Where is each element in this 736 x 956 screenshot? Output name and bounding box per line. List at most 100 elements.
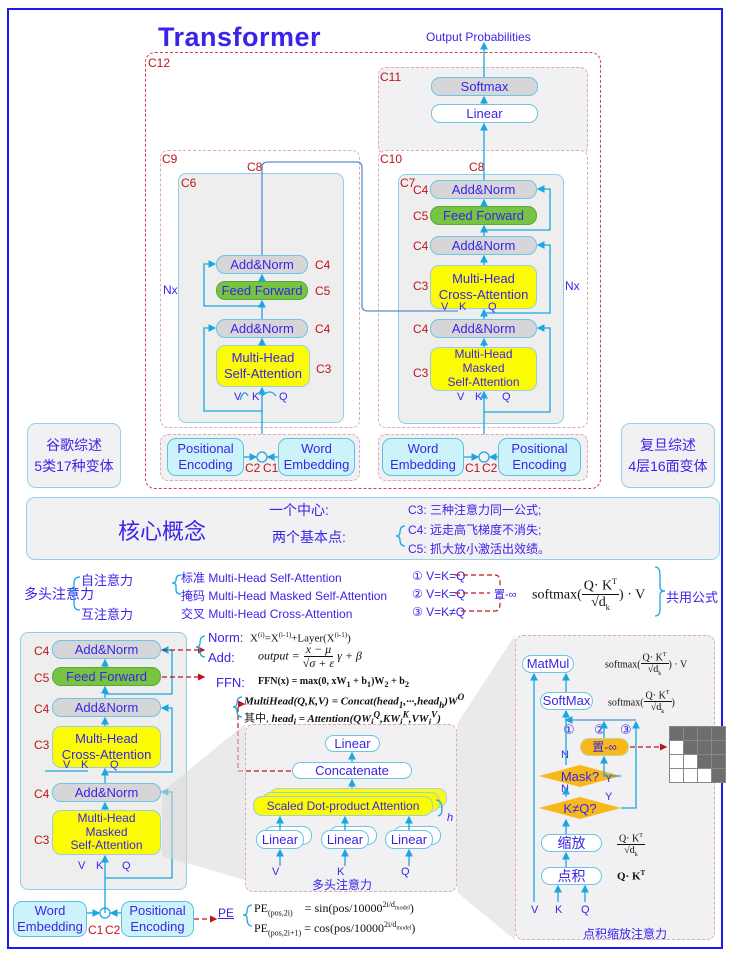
encoder-c4-label-1: C4 xyxy=(315,322,331,336)
enc-k: K xyxy=(252,391,260,403)
sd-n-label-1: N xyxy=(561,749,569,761)
enc-q: Q xyxy=(279,391,288,403)
mask-cell xyxy=(684,769,697,782)
detail-add-norm-2: Add&Norm xyxy=(52,698,161,717)
c11-label: C11 xyxy=(380,70,402,84)
core-concept-title: 核心概念 xyxy=(118,519,207,544)
linear-v: Linear xyxy=(256,830,304,849)
d-c4-label-3: C4 xyxy=(34,644,50,658)
core-c4: C4: 远走高飞梯度不消失; xyxy=(408,523,542,537)
core-c5: C5: 抓大放小激活出效绩。 xyxy=(408,542,551,556)
google-survey-panel: 谷歌综述 5类17种变体 xyxy=(27,423,121,488)
cond-2: ② V=K=Q xyxy=(412,587,466,601)
mask-cell xyxy=(698,727,711,740)
scaled-dot-attention-block: Scaled Dot-product Attention xyxy=(253,796,433,816)
c10-label: C10 xyxy=(380,152,403,166)
decoder-add-norm-2: Add&Norm xyxy=(430,236,537,255)
mask-cell xyxy=(698,741,711,754)
enc-v: V xyxy=(234,391,242,403)
encoder-nx-label: Nx xyxy=(163,283,178,297)
sd-softmax: SoftMax xyxy=(540,692,593,710)
decoder-positional-encoding: Positional Encoding xyxy=(498,438,581,476)
cond-3: ③ V=K≠Q xyxy=(412,605,466,619)
detail-feed-forward: Feed Forward xyxy=(52,667,161,686)
sd-circ-1: ① xyxy=(563,722,575,737)
ffn-label: FFN: xyxy=(216,675,245,690)
detail-word-embedding: Word Embedding xyxy=(13,901,87,937)
heads-h-label: h xyxy=(447,812,454,824)
mask-cell xyxy=(712,769,725,782)
dec-c2-label: C2 xyxy=(482,461,498,475)
mh-q-label: Q xyxy=(401,866,410,878)
google-line-1: 谷歌综述 xyxy=(46,436,102,453)
encoder-self-attention: Multi-Head Self-Attention xyxy=(216,345,310,387)
encoder-add-norm-2: Add&Norm xyxy=(216,255,308,274)
fudan-line-1: 复旦综述 xyxy=(640,436,696,453)
d-c3-label-cross: C3 xyxy=(34,738,50,752)
dec-masked-q: Q xyxy=(502,391,511,403)
cond-1: ① V=K=Q xyxy=(412,569,466,583)
pe-label: PE xyxy=(218,906,235,920)
line-2: Embedding xyxy=(17,919,83,934)
mask-cell xyxy=(684,741,697,754)
mask-cell xyxy=(670,755,683,768)
decoder-add-norm-3: Add&Norm xyxy=(430,180,537,199)
decoder-word-embedding: Word Embedding xyxy=(382,438,464,476)
mh-v-label: V xyxy=(272,866,280,878)
encoder-word-embedding: Word Embedding xyxy=(278,438,355,476)
add-label: Add: xyxy=(208,650,235,665)
dec-masked-v: V xyxy=(457,391,465,403)
multihead-formula: MultiHead(Q,K,V) = Concat(head1,···,head… xyxy=(244,692,465,710)
attn-masked: 掩码 Multi-Head Masked Self-Attention xyxy=(181,589,388,603)
encoder-c4-label-2: C4 xyxy=(315,258,331,272)
sd-circ-2: ② xyxy=(594,722,606,737)
k-ne-q-text: K≠Q? xyxy=(563,800,597,816)
d-masked-q: Q xyxy=(122,860,131,872)
dec-c3-label-cross: C3 xyxy=(413,279,429,293)
sd-scale: 缩放 xyxy=(541,834,602,852)
d-masked-k: K xyxy=(96,860,104,872)
line-2: Embedding xyxy=(283,457,350,472)
linear-block: Linear xyxy=(431,104,538,123)
mask-cell xyxy=(698,769,711,782)
d-c4-label-1: C4 xyxy=(34,787,50,801)
line-2: Encoding xyxy=(130,919,185,934)
sd-set-neg-inf: 置-∞ xyxy=(580,738,629,756)
c9-label: C9 xyxy=(162,152,178,166)
sd-dot-product: 点积 xyxy=(541,867,602,885)
mask-cell xyxy=(712,741,725,754)
encoder-add-norm-1: Add&Norm xyxy=(216,319,308,338)
core-c3: C3: 三种注意力同一公式; xyxy=(408,503,542,517)
sd-n-label-2: N xyxy=(561,783,569,795)
mask-cell xyxy=(684,755,697,768)
mask-cell xyxy=(670,741,683,754)
sd-k-label: K xyxy=(555,904,563,916)
page-title: Transformer xyxy=(158,22,322,52)
d-c5-label: C5 xyxy=(34,671,50,685)
pe-cos-formula: PE(pos,2i+1) = cos(pos/100002i/dmodel) xyxy=(254,920,416,938)
add-formula: output = x − μ √σ + ε γ + β xyxy=(258,642,362,671)
sd-softmax-part: softmax(Q· KT √dk) xyxy=(608,690,675,716)
encoder-c3-label: C3 xyxy=(316,362,332,376)
mh-concatenate: Concatenate xyxy=(292,762,412,779)
mask-cell xyxy=(712,755,725,768)
mask-cell xyxy=(698,755,711,768)
line-1: Word xyxy=(407,441,439,457)
sd-qk-formula: Q· KT xyxy=(617,869,646,883)
d-cross-v: V xyxy=(63,759,71,771)
d-cross-k: K xyxy=(81,759,89,771)
line-3: Self-Attention xyxy=(70,838,143,853)
line-1: Multi-Head xyxy=(452,271,515,287)
d-c3-label-masked: C3 xyxy=(34,833,50,847)
fudan-line-2: 4层16面变体 xyxy=(628,457,708,474)
linear-q: Linear xyxy=(385,830,433,849)
d-c2-label: C2 xyxy=(105,923,121,937)
decoder-nx-label: Nx xyxy=(565,279,580,293)
sd-v-label: V xyxy=(531,904,539,916)
line-1: Positional xyxy=(129,903,186,919)
line-1: Word xyxy=(34,903,66,919)
pe-sin-formula: PE(pos,2i) = sin(pos/100002i/dmodel) xyxy=(254,900,414,918)
norm-label: Norm: xyxy=(208,630,244,645)
enc-c2-label: C2 xyxy=(245,461,261,475)
line-1: Multi-Head xyxy=(75,731,138,747)
